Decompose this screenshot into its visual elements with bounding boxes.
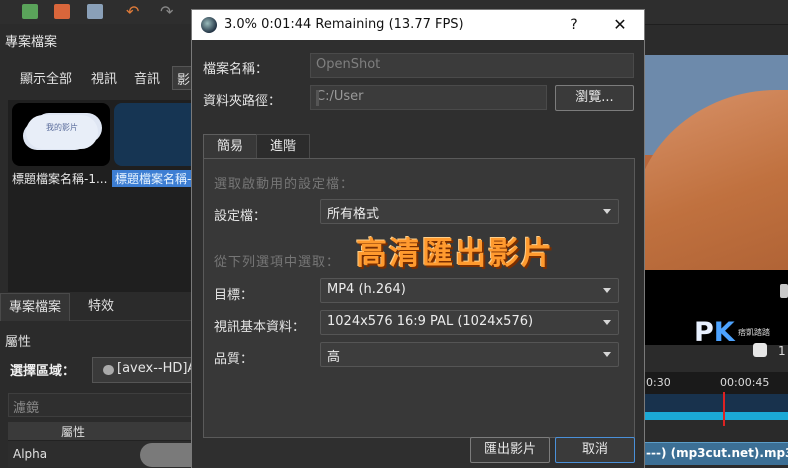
property-filter-input[interactable]: 濾鏡 <box>8 393 196 417</box>
profile-select[interactable]: 所有格式 <box>320 199 619 224</box>
help-button[interactable]: ? <box>564 13 584 37</box>
chevron-down-icon <box>603 288 611 293</box>
project-files-list: 我的影片 標題檔案名稱-1... 標題檔案名稱- <box>8 100 212 292</box>
save-project-icon[interactable] <box>87 4 103 19</box>
chevron-down-icon <box>603 352 611 357</box>
cancel-button[interactable]: 取消 <box>555 437 635 463</box>
target-value: MP4 (h.264) <box>327 282 406 297</box>
tab-simple[interactable]: 簡易 <box>203 134 257 159</box>
quality-select[interactable]: 高 <box>320 342 619 367</box>
selection-combo[interactable]: [avex--HD]A <box>92 357 196 383</box>
pk-watermark-logo: PK <box>694 317 735 348</box>
dock-tabs: 專案檔案 特效 <box>0 293 195 321</box>
property-name: Alpha <box>13 447 48 461</box>
dialog-title: 3.0% 0:01:44 Remaining (13.77 FPS) <box>224 17 464 32</box>
simple-tab-panel: 選取啟動用的設定檔： 設定檔： 所有格式 從下列選項中選取： 目標： MP4 (… <box>203 158 635 438</box>
thumbnail-caption: 我的影片 <box>46 123 78 132</box>
profile-label: 設定檔： <box>214 209 267 224</box>
tab-project-files[interactable]: 專案檔案 <box>0 293 71 321</box>
logo-letter-k: K <box>713 317 735 348</box>
file-label-2-selected[interactable]: 標題檔案名稱- <box>112 170 199 187</box>
file-name-input[interactable]: OpenShot <box>310 53 634 78</box>
file-label-1[interactable]: 標題檔案名稱-1... <box>12 170 110 187</box>
audio-clip-name: ---) (mp3cut.net).mp3 <box>646 446 788 460</box>
video-preview <box>643 55 788 270</box>
new-project-icon[interactable] <box>22 4 38 19</box>
tab-effects[interactable]: 特效 <box>80 293 122 320</box>
selection-value: [avex--HD]A <box>117 361 197 376</box>
volume-value: 1 <box>778 344 786 358</box>
timeline-track-empty[interactable] <box>643 420 788 442</box>
property-column-header: 屬性 <box>60 425 85 439</box>
properties-header: 屬性 <box>8 422 195 441</box>
timeline-playhead[interactable] <box>723 392 725 426</box>
filter-tab-image-label: 影 <box>177 73 191 88</box>
watermark-subtitle: 痞凱踏踏 <box>738 328 770 337</box>
filter-tab-all[interactable]: 顯示全部 <box>20 68 72 87</box>
file-filter-tabs: 顯示全部 視訊 音訊 影 <box>0 66 197 90</box>
clip-icon <box>103 365 114 375</box>
tab-advanced[interactable]: 進階 <box>256 134 310 159</box>
quality-value: 高 <box>327 350 341 365</box>
path-field-divider <box>316 90 319 106</box>
filter-tab-video[interactable]: 視訊 <box>91 68 117 87</box>
project-files-header: 專案檔案 <box>0 24 195 52</box>
timeline-track-video[interactable] <box>643 394 788 420</box>
selection-label: 選擇區域： <box>10 364 76 379</box>
cloud-title-graphic: 我的影片 <box>26 115 98 149</box>
browse-button[interactable]: 瀏覽... <box>555 85 634 111</box>
video-profile-value: 1024x576 16:9 PAL (1024x576) <box>327 314 534 329</box>
chevron-down-icon <box>603 209 611 214</box>
close-icon[interactable]: ✕ <box>608 13 632 37</box>
folder-path-label: 資料夾路徑： <box>203 94 282 109</box>
file-name-label: 檔案名稱： <box>203 62 269 77</box>
logo-letter-p: P <box>694 317 714 348</box>
target-label: 目標： <box>214 288 254 303</box>
target-select[interactable]: MP4 (h.264) <box>320 278 619 303</box>
properties-title: 屬性 <box>5 335 32 350</box>
quality-label: 品質： <box>214 352 254 367</box>
project-files-title: 專案檔案 <box>5 35 58 50</box>
undo-icon[interactable]: ↶ <box>126 4 142 20</box>
folder-path-value: C:/User <box>316 89 364 104</box>
volume-slider-handle[interactable] <box>753 343 767 357</box>
video-profile-label: 視訊基本資料： <box>214 320 306 335</box>
timeline-audio-clip[interactable]: ---) (mp3cut.net).mp3 <box>643 442 788 465</box>
openshot-app-icon <box>201 17 217 33</box>
profile-value: 所有格式 <box>327 207 380 222</box>
file-thumbnail-1[interactable]: 我的影片 <box>12 103 110 166</box>
filter-placeholder: 濾鏡 <box>13 401 40 416</box>
timeline-mark-1: 0:30 <box>646 376 671 389</box>
redo-icon[interactable]: ↷ <box>160 4 176 20</box>
video-profile-select[interactable]: 1024x576 16:9 PAL (1024x576) <box>320 310 619 335</box>
timeline-mark-2: 00:00:45 <box>720 376 770 389</box>
dialog-titlebar[interactable]: 3.0% 0:01:44 Remaining (13.77 FPS) ? ✕ <box>192 10 644 40</box>
filter-tab-audio[interactable]: 音訊 <box>134 68 160 87</box>
section-options-heading: 從下列選項中選取： <box>214 255 341 270</box>
folder-path-input[interactable]: C:/User <box>310 85 547 110</box>
preview-scrub-handle[interactable] <box>780 284 788 298</box>
overlay-caption: 高清匯出影片 <box>356 236 554 272</box>
open-project-icon[interactable] <box>54 4 70 19</box>
file-name-value: OpenShot <box>316 57 381 72</box>
export-video-button[interactable]: 匯出影片 <box>470 437 550 463</box>
timeline-clip-bar[interactable] <box>643 412 788 420</box>
chevron-down-icon <box>603 320 611 325</box>
section-profile-heading: 選取啟動用的設定檔： <box>214 177 355 192</box>
property-row[interactable]: Alpha <box>8 441 200 467</box>
